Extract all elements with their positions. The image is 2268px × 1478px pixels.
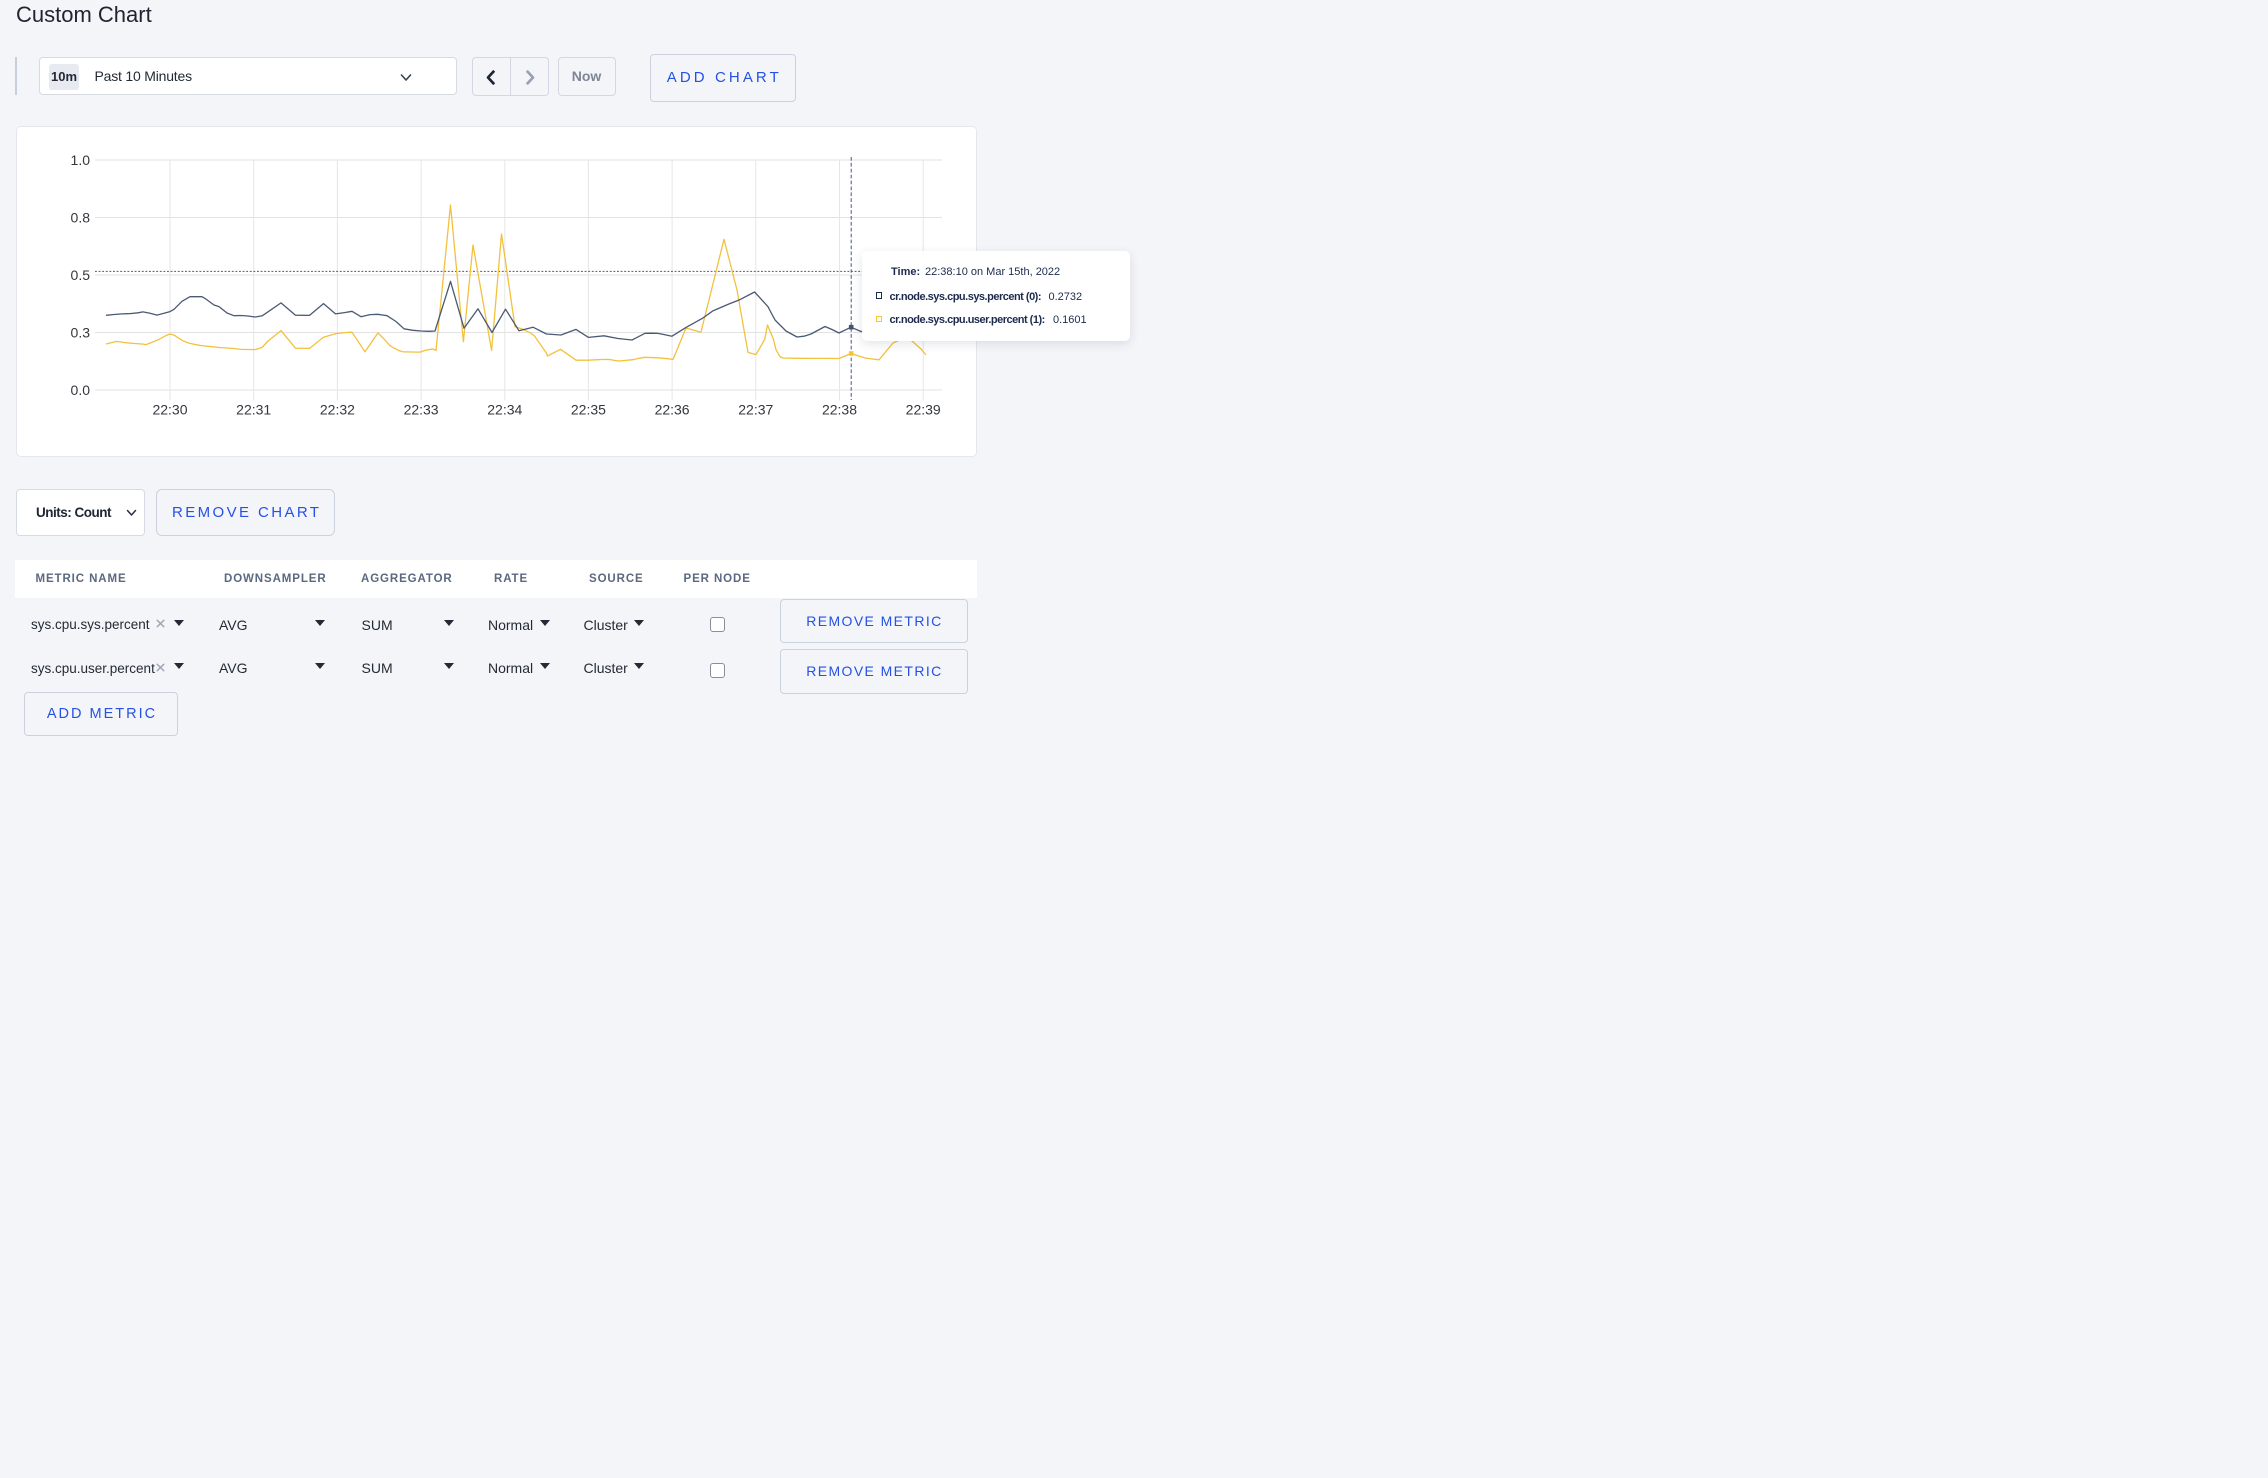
- svg-text:0.3: 0.3: [71, 325, 91, 341]
- svg-text:1.0: 1.0: [71, 152, 91, 168]
- svg-text:22:34: 22:34: [487, 402, 522, 418]
- svg-text:0.5: 0.5: [71, 267, 91, 283]
- svg-text:22:38: 22:38: [822, 402, 857, 418]
- svg-text:0.0: 0.0: [71, 382, 91, 398]
- svg-text:22:37: 22:37: [738, 402, 773, 418]
- svg-text:22:39: 22:39: [906, 402, 941, 418]
- svg-text:22:31: 22:31: [236, 402, 271, 418]
- svg-text:22:33: 22:33: [404, 402, 439, 418]
- svg-text:22:36: 22:36: [655, 402, 690, 418]
- svg-text:22:30: 22:30: [152, 402, 187, 418]
- svg-text:22:32: 22:32: [320, 402, 355, 418]
- svg-text:22:35: 22:35: [571, 402, 606, 418]
- svg-text:0.8: 0.8: [71, 210, 91, 226]
